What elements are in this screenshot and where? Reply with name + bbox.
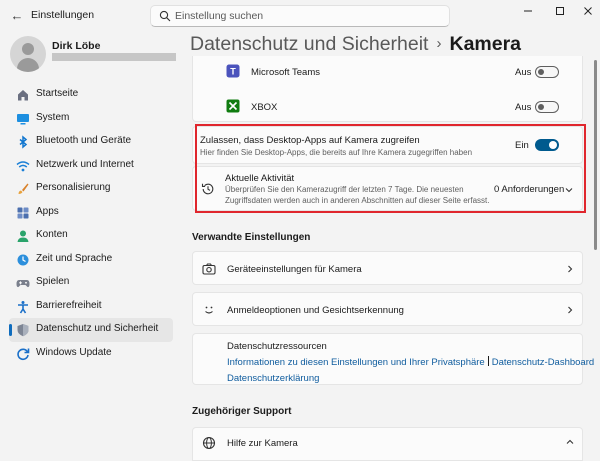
sidebar-item-label: Bluetooth und Geräte bbox=[36, 135, 132, 146]
monitor-icon bbox=[17, 113, 29, 124]
teams-icon: T bbox=[226, 64, 240, 78]
sign-in-options-link[interactable]: Anmeldeoptionen und Gesichtserkennung bbox=[192, 292, 583, 326]
sidebar-item-netzwerk[interactable]: Netzwerk und Internet bbox=[9, 154, 173, 178]
toggle-state: Aus bbox=[515, 102, 532, 113]
link-divider bbox=[487, 355, 489, 366]
globe-clock-icon bbox=[17, 254, 29, 265]
gamepad-icon bbox=[16, 280, 30, 288]
teams-camera-toggle[interactable] bbox=[535, 66, 559, 78]
toggle-state: Aus bbox=[515, 67, 532, 78]
related-settings-heading: Verwandte Einstellungen bbox=[192, 232, 311, 243]
minimize-icon[interactable] bbox=[510, 0, 546, 22]
sidebar-item-startseite[interactable]: Startseite bbox=[9, 83, 173, 107]
settings-window: ← Einstellungen Dirk Löbe bbox=[0, 0, 600, 461]
search-input[interactable] bbox=[175, 8, 435, 24]
sidebar-item-label: Barrierefreiheit bbox=[36, 299, 102, 311]
sidebar-item-system[interactable]: System bbox=[9, 107, 173, 131]
sidebar-item-windows-update[interactable]: Windows Update bbox=[9, 342, 173, 366]
privacy-dashboard-link[interactable]: Datenschutz-Dashboard bbox=[492, 357, 594, 368]
privacy-resources-card: Datenschutzressourcen Informationen zu d… bbox=[192, 333, 594, 386]
sidebar-item-label: Datenschutz und Sicherheit bbox=[36, 323, 159, 334]
breadcrumb-parent[interactable]: Datenschutz und Sicherheit bbox=[190, 33, 428, 55]
sidebar-item-spielen[interactable]: Spielen bbox=[9, 271, 173, 295]
page-title: Kamera bbox=[449, 33, 522, 55]
globe-icon bbox=[202, 436, 216, 450]
avatar bbox=[10, 36, 46, 72]
update-icon bbox=[17, 347, 30, 360]
sidebar-item-label: Zeit und Sprache bbox=[36, 252, 113, 264]
scrollbar[interactable] bbox=[594, 60, 597, 250]
user-name: Dirk Löbe bbox=[52, 40, 101, 52]
sidebar-item-label: Startseite bbox=[36, 88, 79, 99]
brush-icon bbox=[18, 183, 29, 194]
app-name: Microsoft Teams bbox=[251, 67, 320, 78]
sidebar-item-barrierefreiheit[interactable]: Barrierefreiheit bbox=[9, 295, 173, 319]
support-item-label: Hilfe zur Kamera bbox=[227, 438, 298, 449]
sidebar-item-datenschutz[interactable]: Datenschutz und Sicherheit bbox=[9, 318, 173, 342]
support-heading: Zugehöriger Support bbox=[192, 406, 292, 417]
face-icon bbox=[205, 306, 213, 314]
app-name: XBOX bbox=[251, 102, 278, 113]
wifi-icon bbox=[16, 160, 30, 171]
title-bar: ← Einstellungen bbox=[0, 0, 600, 32]
search-box[interactable] bbox=[150, 5, 450, 27]
xbox-icon bbox=[226, 99, 240, 113]
breadcrumb: Datenschutz und Sicherheit › Kamera bbox=[190, 33, 521, 56]
close-icon[interactable] bbox=[570, 0, 600, 22]
back-arrow-icon[interactable]: ← bbox=[9, 8, 25, 24]
chevron-right-icon bbox=[568, 306, 573, 314]
camera-icon bbox=[202, 263, 216, 275]
list-item: T Microsoft Teams Aus bbox=[193, 56, 582, 88]
camera-help-item[interactable]: Hilfe zur Kamera bbox=[192, 427, 583, 461]
sidebar-item-label: Personalisierung bbox=[36, 182, 111, 193]
user-profile[interactable]: Dirk Löbe bbox=[10, 36, 180, 76]
home-icon bbox=[18, 90, 28, 101]
highlight-frame bbox=[195, 124, 586, 213]
redacted-email bbox=[52, 53, 176, 61]
sidebar-item-label: Netzwerk und Internet bbox=[36, 158, 134, 170]
app-title: Einstellungen bbox=[31, 9, 95, 21]
list-item: XBOX Aus bbox=[193, 92, 582, 122]
shield-icon bbox=[17, 324, 29, 337]
privacy-links: Informationen zu diesen Einstellungen un… bbox=[227, 354, 594, 386]
sidebar-item-personalisierung[interactable]: Personalisierung bbox=[9, 177, 173, 201]
sidebar-item-konten[interactable]: Konten bbox=[9, 224, 173, 248]
sidebar-item-label: Apps bbox=[36, 205, 59, 217]
bluetooth-icon bbox=[19, 135, 28, 149]
sidebar-item-apps[interactable]: Apps bbox=[9, 201, 173, 225]
chevron-up-icon[interactable] bbox=[565, 437, 575, 447]
xbox-camera-toggle[interactable] bbox=[535, 101, 559, 113]
sidebar-item-label: Windows Update bbox=[36, 346, 112, 358]
related-item-label: Anmeldeoptionen und Gesichtserkennung bbox=[227, 305, 404, 316]
camera-device-settings-link[interactable]: Geräteeinstellungen für Kamera bbox=[192, 251, 583, 285]
sidebar-item-zeit[interactable]: Zeit und Sprache bbox=[9, 248, 173, 272]
related-item-label: Geräteeinstellungen für Kamera bbox=[227, 264, 362, 275]
search-icon bbox=[159, 10, 171, 22]
apps-icon bbox=[17, 207, 29, 218]
sidebar-item-bluetooth[interactable]: Bluetooth und Geräte bbox=[9, 130, 173, 154]
privacy-statement-link[interactable]: Datenschutzerklärung bbox=[227, 373, 319, 384]
sidebar-nav: Startseite System Bluetooth und Geräte N… bbox=[9, 83, 173, 365]
accessibility-icon bbox=[18, 300, 28, 313]
privacy-info-link[interactable]: Informationen zu diesen Einstellungen un… bbox=[227, 357, 485, 368]
sidebar-item-label: System bbox=[36, 111, 70, 123]
svg-text:T: T bbox=[230, 67, 236, 77]
person-icon bbox=[17, 230, 29, 242]
sidebar-item-label: Spielen bbox=[36, 276, 70, 287]
privacy-resources-title: Datenschutzressourcen bbox=[227, 341, 327, 352]
app-list-card: T Microsoft Teams Aus XBOX Aus bbox=[192, 56, 583, 122]
sidebar-item-label: Konten bbox=[36, 229, 68, 240]
breadcrumb-separator: › bbox=[436, 35, 442, 52]
chevron-right-icon bbox=[568, 265, 573, 273]
